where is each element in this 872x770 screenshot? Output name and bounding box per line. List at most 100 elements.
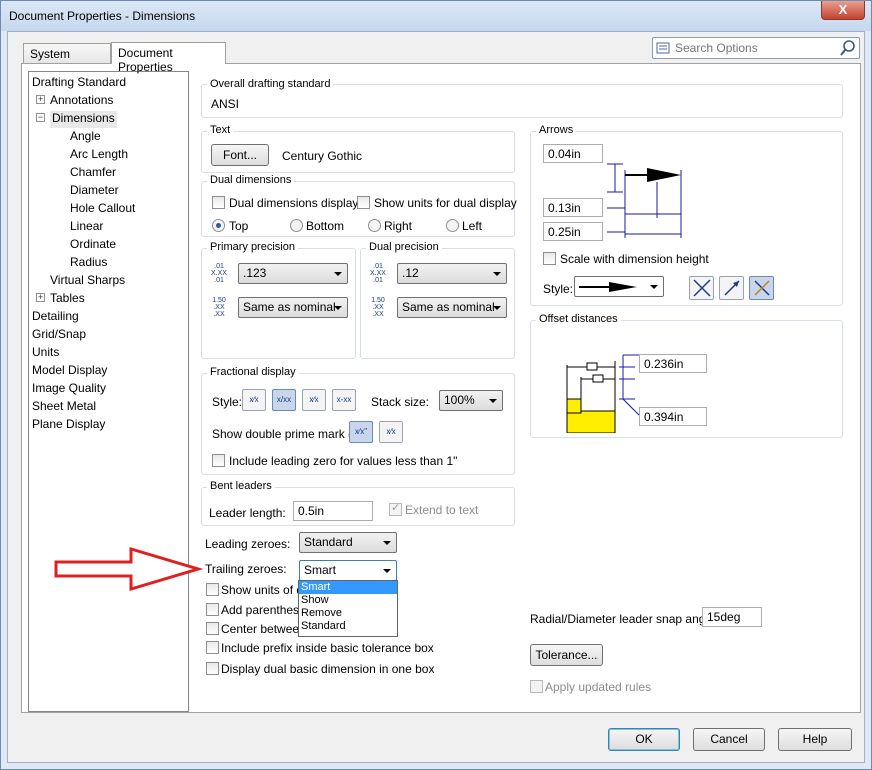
radio-bottom-label: Bottom (306, 219, 345, 233)
arrows-group: Arrows 0.04in 0.13in 0.25in Scale with d… (530, 124, 843, 306)
arrows-outside-icon[interactable] (689, 276, 714, 300)
select-value: 100% (444, 393, 475, 407)
tree-item-tables[interactable]: Tables (50, 291, 85, 308)
chevron-down-icon (650, 285, 658, 289)
primary-tolerance-select[interactable]: Same as nominal (238, 297, 348, 318)
radio-right[interactable] (368, 219, 381, 232)
fraction-style-2-icon[interactable]: x/xx (272, 389, 296, 411)
tab-document-properties[interactable]: Document Properties (111, 42, 226, 74)
center-between-checkbox[interactable] (206, 622, 219, 635)
leader-length-input[interactable]: 0.5in (293, 501, 373, 521)
style-label: Style: (212, 395, 243, 409)
radio-left[interactable] (446, 219, 459, 232)
help-button[interactable]: Help (778, 728, 852, 751)
ok-label: OK (635, 732, 653, 746)
collapse-icon[interactable]: − (36, 113, 45, 122)
offset-2-input[interactable]: 0.394in (639, 407, 707, 426)
fraction-style-1-icon[interactable]: x⁄x (242, 389, 266, 411)
radio-left-label: Left (462, 219, 483, 233)
solid-arrow-icon (579, 282, 637, 292)
include-prefix-checkbox[interactable] (206, 641, 219, 654)
radial-snap-input[interactable]: 15deg (702, 607, 762, 627)
font-button[interactable]: Font... (211, 144, 269, 166)
tree-item-angle[interactable]: Angle (70, 129, 101, 146)
primary-precision-select[interactable]: .123 (238, 263, 348, 284)
tree-item-hole-callout[interactable]: Hole Callout (70, 201, 135, 218)
show-units-label: Show units of di (221, 583, 306, 597)
dropdown-option-standard[interactable]: Standard (299, 620, 397, 633)
tree-item-chamfer[interactable]: Chamfer (70, 165, 116, 182)
radio-top[interactable] (212, 219, 225, 232)
display-dual-basic-checkbox[interactable] (206, 662, 219, 675)
tree-item-annotations[interactable]: Annotations (50, 93, 113, 110)
double-prime-off-icon[interactable]: x⁄x (379, 421, 403, 443)
add-parentheses-label: Add parenthese (221, 603, 306, 617)
dual-units-checkbox[interactable] (357, 196, 370, 209)
select-value: .123 (243, 266, 267, 280)
cancel-label: Cancel (710, 732, 748, 746)
tree-item-virtual-sharps[interactable]: Virtual Sharps (50, 273, 125, 290)
stack-size-label: Stack size: (371, 395, 430, 409)
tab-system-options[interactable]: System Options (23, 43, 111, 75)
tree-item-dimensions[interactable]: Dimensions (50, 111, 117, 128)
close-button[interactable]: X (821, 1, 865, 20)
title-bar[interactable]: Document Properties - Dimensions X (1, 1, 871, 31)
dropdown-option-smart[interactable]: Smart (299, 581, 397, 594)
ok-button[interactable]: OK (608, 728, 680, 751)
tree-item-radius[interactable]: Radius (70, 255, 107, 272)
tree-item-arc-length[interactable]: Arc Length (70, 147, 128, 164)
dropdown-option-remove[interactable]: Remove (299, 607, 397, 620)
search-box[interactable] (652, 37, 860, 59)
offset-1-input[interactable]: 0.236in (639, 354, 707, 373)
dual-display-checkbox[interactable] (212, 196, 225, 209)
fraction-style-3-icon[interactable]: x⁄x (302, 389, 326, 411)
tree-item-detailing[interactable]: Detailing (32, 309, 79, 326)
arrow-size-2-input[interactable]: 0.13in (543, 198, 603, 217)
scale-with-height-checkbox[interactable] (543, 252, 556, 265)
arrows-smart-icon[interactable] (749, 276, 774, 300)
offset-diagram-icon (566, 354, 640, 433)
tree-item-drafting-standard[interactable]: Drafting Standard (32, 75, 126, 92)
dialog-client: System Options Document Properties Draft… (7, 31, 865, 763)
arrow-style-select[interactable] (574, 276, 664, 297)
chevron-down-icon (489, 399, 497, 403)
apply-updated-rules-checkbox[interactable] (530, 680, 543, 693)
arrow-size-1-input[interactable]: 0.04in (543, 144, 603, 163)
trailing-zeroes-select[interactable]: Smart (299, 560, 397, 581)
tree-item-diameter[interactable]: Diameter (70, 183, 119, 200)
tree-item-image-quality[interactable]: Image Quality (32, 381, 106, 398)
tree-item-grid-snap[interactable]: Grid/Snap (32, 327, 86, 344)
arrows-inside-icon[interactable] (719, 276, 744, 300)
dual-dimensions-group: Dual dimensions Dual dimensions display … (201, 174, 517, 237)
double-prime-on-icon[interactable]: x⁄x" (349, 421, 373, 443)
group-label: Offset distances (536, 313, 621, 325)
tree-item-sheet-metal[interactable]: Sheet Metal (32, 399, 96, 416)
radio-top-label: Top (229, 219, 249, 233)
fraction-style-4-icon[interactable]: x-xx (332, 389, 356, 411)
dual-tolerance-select[interactable]: Same as nominal (397, 297, 507, 318)
extend-to-text-checkbox[interactable]: ✓ (389, 502, 402, 516)
text-group: Text Font... Century Gothic (201, 124, 515, 173)
radio-bottom[interactable] (290, 219, 303, 232)
dropdown-option-show[interactable]: Show (299, 594, 397, 607)
tree-item-linear[interactable]: Linear (70, 219, 103, 236)
tolerance-button[interactable]: Tolerance... (530, 644, 603, 666)
stack-size-select[interactable]: 100% (439, 390, 503, 411)
overall-standard-value: ANSI (211, 97, 240, 111)
show-units-checkbox[interactable] (206, 583, 219, 596)
add-parentheses-checkbox[interactable] (206, 603, 219, 616)
arrow-size-3-input[interactable]: 0.25in (543, 222, 603, 241)
leading-zeroes-select[interactable]: Standard (299, 532, 397, 553)
leading-zero-checkbox[interactable] (212, 454, 225, 467)
search-icon[interactable] (840, 40, 856, 56)
tree-item-model-display[interactable]: Model Display (32, 363, 107, 380)
expand-icon[interactable]: + (36, 293, 45, 302)
tree-item-plane-display[interactable]: Plane Display (32, 417, 105, 434)
tree-item-units[interactable]: Units (32, 345, 59, 362)
tree-item-ordinate[interactable]: Ordinate (70, 237, 116, 254)
expand-icon[interactable]: + (36, 95, 45, 104)
cancel-button[interactable]: Cancel (693, 728, 765, 751)
search-input[interactable] (673, 40, 833, 56)
font-button-label: Font... (222, 148, 257, 162)
dual-precision-select[interactable]: .12 (397, 263, 507, 284)
